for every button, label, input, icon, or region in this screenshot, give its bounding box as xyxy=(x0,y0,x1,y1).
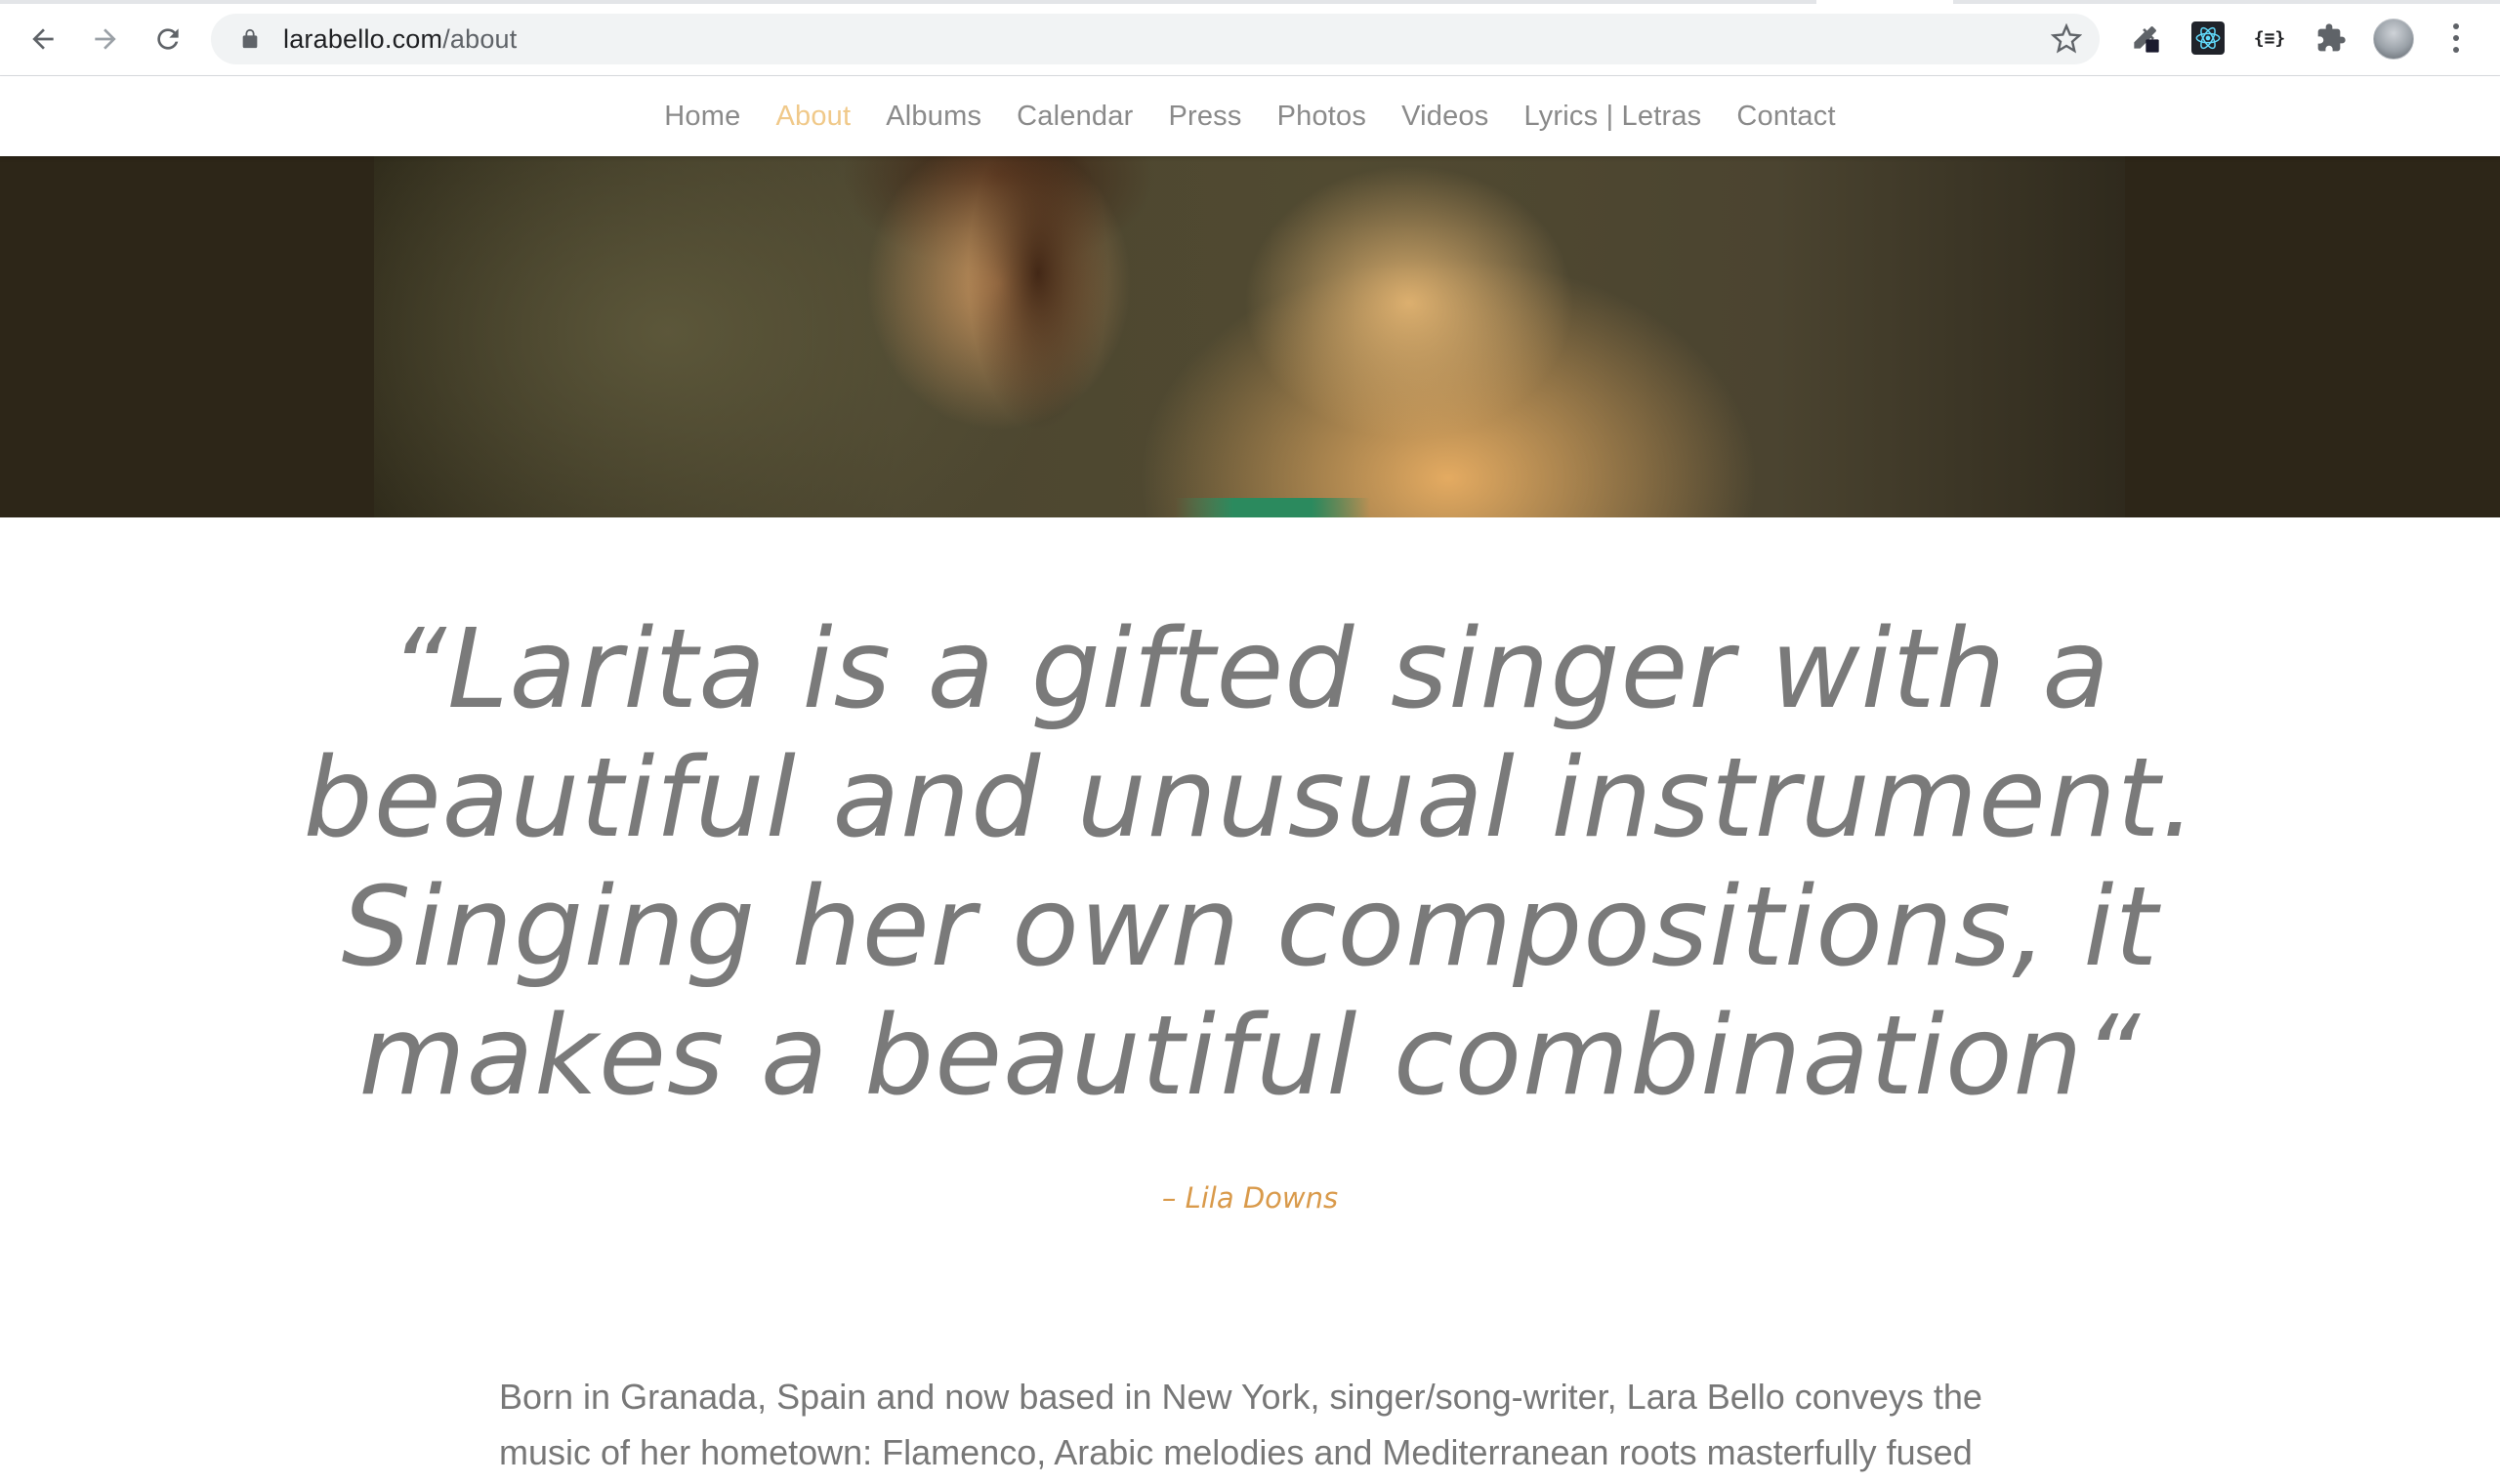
nav-press[interactable]: Press xyxy=(1168,101,1241,133)
hero-banner xyxy=(0,156,2500,517)
nav-videos[interactable]: Videos xyxy=(1401,101,1488,133)
testimonial-quote: “Larita is a gifted singer with a beauti… xyxy=(303,606,2197,1120)
tab-strip xyxy=(0,0,1816,4)
hero-photo-hair xyxy=(901,156,1155,517)
browser-toolbar: larabello.com/about {≡} xyxy=(0,0,2500,76)
arrow-left-icon xyxy=(32,28,54,50)
bio-paragraph: Born in Granada, Spain and now based in … xyxy=(499,1377,1982,1472)
nav-photos[interactable]: Photos xyxy=(1277,101,1367,133)
nav-contact[interactable]: Contact xyxy=(1736,101,1835,133)
site-navigation: Home About Albums Calendar Press Photos … xyxy=(0,76,2500,156)
star-icon[interactable] xyxy=(2050,22,2083,55)
nav-home[interactable]: Home xyxy=(664,101,740,133)
forward-button[interactable] xyxy=(82,16,129,62)
back-button[interactable] xyxy=(20,16,66,62)
hero-photo-garment xyxy=(1175,498,1370,517)
kebab-menu-icon[interactable] xyxy=(2441,18,2471,59)
nav-lyrics[interactable]: Lyrics | Letras xyxy=(1523,101,1701,133)
profile-avatar[interactable] xyxy=(2373,19,2414,60)
eyedropper-icon[interactable] xyxy=(2124,18,2165,59)
reload-icon xyxy=(157,28,179,50)
nav-about[interactable]: About xyxy=(775,101,851,133)
lock-icon[interactable] xyxy=(236,25,264,53)
quote-attribution: – Lila Downs xyxy=(1161,1181,1339,1215)
nav-calendar[interactable]: Calendar xyxy=(1017,101,1133,133)
hero-photo xyxy=(374,156,2125,517)
tab-strip-right xyxy=(1953,0,2500,4)
url-text[interactable]: larabello.com/about xyxy=(283,24,517,55)
arrow-right-icon xyxy=(95,28,116,50)
react-devtools-icon[interactable] xyxy=(2188,18,2229,59)
address-bar[interactable]: larabello.com/about xyxy=(211,14,2100,64)
url-host: larabello.com xyxy=(283,23,443,54)
json-formatter-icon[interactable]: {≡} xyxy=(2249,18,2290,59)
nav-albums[interactable]: Albums xyxy=(886,101,981,133)
url-path: /about xyxy=(442,23,518,54)
puzzle-icon[interactable] xyxy=(2311,18,2352,59)
reload-button[interactable] xyxy=(145,16,191,62)
